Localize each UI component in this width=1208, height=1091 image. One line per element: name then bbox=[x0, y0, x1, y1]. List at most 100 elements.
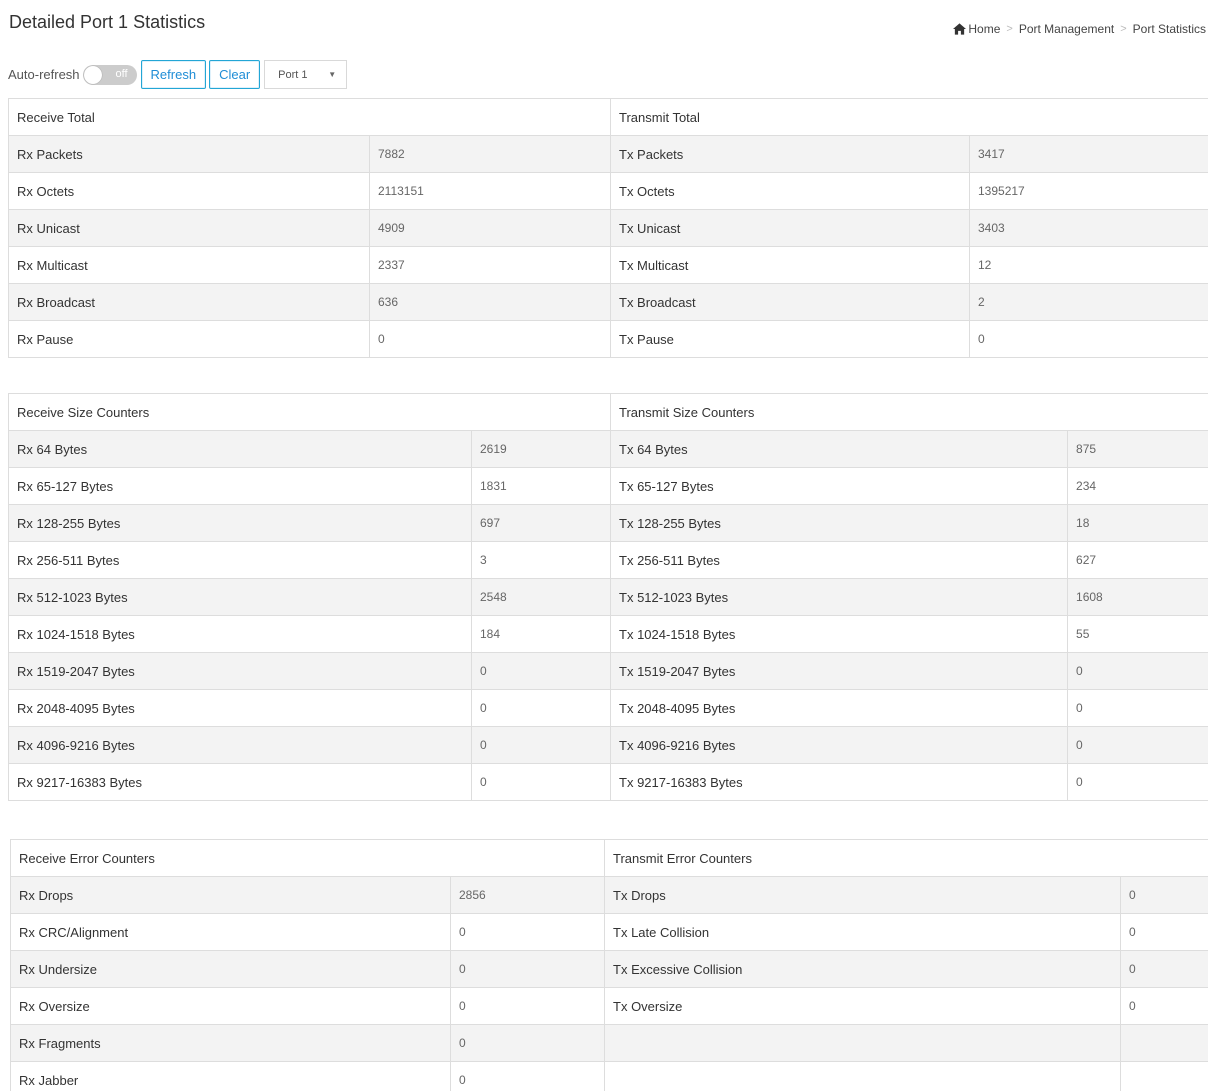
refresh-button[interactable]: Refresh bbox=[140, 60, 207, 89]
error-counters-table: Receive Error Counters Transmit Error Co… bbox=[9, 839, 1208, 1091]
rx-counter-label: Rx Fragments bbox=[10, 1024, 451, 1062]
tx-counter-value: 0 bbox=[1067, 763, 1208, 801]
table-row: Rx 1519-2047 Bytes 0 Tx 1519-2047 Bytes 0 bbox=[8, 652, 1208, 690]
size-counters-table: Receive Size Counters Transmit Size Coun… bbox=[7, 393, 1208, 801]
tx-counter-label: Tx Unicast bbox=[610, 209, 970, 247]
rx-counter-value: 2856 bbox=[449, 876, 606, 914]
rx-counter-value: 1831 bbox=[470, 467, 612, 505]
tx-counter-label bbox=[604, 1024, 1122, 1062]
breadcrumb-port-statistics: Port Statistics bbox=[1132, 22, 1206, 36]
breadcrumb-separator: > bbox=[1006, 23, 1013, 35]
totals-table: Receive Total Transmit Total Rx Packets 7… bbox=[8, 98, 1208, 358]
rx-counter-label: Rx 128-255 Bytes bbox=[8, 504, 472, 542]
tx-counter-value: 0 bbox=[1067, 726, 1208, 764]
tx-counter-label: Tx 4096-9216 Bytes bbox=[610, 726, 1069, 764]
rx-counter-value: 184 bbox=[470, 615, 612, 653]
rx-counter-value: 636 bbox=[369, 283, 611, 321]
page-title: Detailed Port 1 Statistics bbox=[9, 12, 206, 32]
tx-counter-label: Tx 256-511 Bytes bbox=[610, 541, 1069, 579]
rx-counter-value: 0 bbox=[470, 652, 612, 690]
rx-counter-value: 2619 bbox=[470, 430, 612, 468]
home-icon bbox=[953, 23, 967, 35]
rx-counter-value: 2113151 bbox=[369, 172, 611, 210]
tx-counter-value bbox=[1120, 1061, 1208, 1091]
tx-counter-label bbox=[604, 1061, 1122, 1091]
rx-counter-label: Rx Unicast bbox=[8, 209, 370, 247]
rx-counter-label: Rx Pause bbox=[8, 320, 370, 358]
tx-counter-value: 0 bbox=[1067, 652, 1208, 690]
rx-counter-value: 3 bbox=[470, 541, 612, 579]
tx-counter-label: Tx Multicast bbox=[610, 246, 970, 284]
table-row: Rx Unicast 4909 Tx Unicast 3403 bbox=[8, 209, 1208, 247]
rx-counter-value: 0 bbox=[449, 1061, 606, 1091]
rx-counter-label: Rx Jabber bbox=[10, 1061, 451, 1091]
table-header-row: Receive Total Transmit Total bbox=[8, 98, 1208, 136]
table-row: Rx Packets 7882 Tx Packets 3417 bbox=[8, 135, 1208, 173]
rx-counter-value: 0 bbox=[369, 320, 611, 358]
breadcrumb-port-management-link[interactable]: Port Management bbox=[1019, 22, 1114, 36]
tx-counter-value: 12 bbox=[968, 246, 1208, 284]
tx-counter-value: 2 bbox=[968, 283, 1208, 321]
rx-counter-label: Rx 256-511 Bytes bbox=[8, 541, 472, 579]
tx-total-header: Transmit Total bbox=[609, 98, 1208, 136]
breadcrumb-separator: > bbox=[1120, 23, 1127, 35]
tx-counter-value: 18 bbox=[1067, 504, 1208, 542]
rx-counter-value: 0 bbox=[470, 689, 612, 727]
table-header-row: Receive Size Counters Transmit Size Coun… bbox=[7, 393, 1208, 431]
rx-counter-value: 0 bbox=[449, 913, 606, 951]
table-row: Rx 1024-1518 Bytes 184 Tx 1024-1518 Bytes 5… bbox=[8, 615, 1208, 653]
rx-counter-label: Rx 1519-2047 Bytes bbox=[8, 652, 472, 690]
breadcrumb: Home > Port Management > Port Statistics bbox=[953, 22, 1206, 36]
table-row: Rx Drops 2856 Tx Drops 0 bbox=[10, 876, 1208, 914]
port-select[interactable]: Port 1 ▼ bbox=[264, 60, 348, 89]
rx-counter-label: Rx 4096-9216 Bytes bbox=[8, 726, 472, 764]
rx-counter-value: 697 bbox=[470, 504, 612, 542]
rx-counter-value: 2548 bbox=[470, 578, 612, 616]
rx-counter-label: Rx 512-1023 Bytes bbox=[8, 578, 472, 616]
clear-button[interactable]: Clear bbox=[209, 60, 261, 89]
auto-refresh-toggle[interactable]: off bbox=[82, 64, 137, 85]
table-header-row: Receive Error Counters Transmit Error Co… bbox=[9, 839, 1208, 877]
rx-counter-label: Rx Undersize bbox=[10, 950, 451, 988]
rx-counter-label: Rx 9217-16383 Bytes bbox=[8, 763, 472, 801]
tx-counter-value bbox=[1120, 1024, 1208, 1062]
tx-size-header: Transmit Size Counters bbox=[610, 393, 1208, 431]
auto-refresh-label: Auto-refresh bbox=[8, 67, 80, 82]
rx-counter-label: Rx Octets bbox=[8, 172, 370, 210]
table-row: Rx 9217-16383 Bytes 0 Tx 9217-16383 Bytes 0 bbox=[8, 763, 1208, 801]
rx-counter-label: Rx Oversize bbox=[10, 987, 451, 1025]
tx-counter-label: Tx 64 Bytes bbox=[610, 430, 1069, 468]
rx-counter-value: 2337 bbox=[369, 246, 611, 284]
tx-counter-label: Tx 65-127 Bytes bbox=[610, 467, 1069, 505]
tx-counter-value: 1395217 bbox=[968, 172, 1208, 210]
tx-counter-label: Tx 9217-16383 Bytes bbox=[610, 763, 1069, 801]
rx-counter-value: 4909 bbox=[369, 209, 611, 247]
tx-counter-label: Tx Broadcast bbox=[610, 283, 970, 321]
table-row: Rx Multicast 2337 Tx Multicast 12 bbox=[8, 246, 1208, 284]
table-row: Rx 64 Bytes 2619 Tx 64 Bytes 875 bbox=[8, 430, 1208, 468]
table-row: Rx 128-255 Bytes 697 Tx 128-255 Bytes 18 bbox=[8, 504, 1208, 542]
rx-counter-label: Rx Broadcast bbox=[8, 283, 370, 321]
tx-counter-label: Tx Drops bbox=[604, 876, 1122, 914]
tx-counter-value: 0 bbox=[1120, 913, 1208, 951]
breadcrumb-home-link[interactable]: Home bbox=[968, 22, 1000, 36]
tx-counter-label: Tx Late Collision bbox=[604, 913, 1122, 951]
tx-counter-label: Tx Oversize bbox=[604, 987, 1122, 1025]
tx-counter-value: 0 bbox=[968, 320, 1208, 358]
table-row: Rx Oversize 0 Tx Oversize 0 bbox=[10, 987, 1208, 1025]
table-row: Rx 2048-4095 Bytes 0 Tx 2048-4095 Bytes 0 bbox=[8, 689, 1208, 727]
rx-counter-value: 7882 bbox=[369, 135, 611, 173]
rx-counter-value: 0 bbox=[449, 987, 606, 1025]
table-row: Rx 4096-9216 Bytes 0 Tx 4096-9216 Bytes 0 bbox=[8, 726, 1208, 764]
tx-counter-value: 0 bbox=[1120, 950, 1208, 988]
rx-counter-label: Rx 64 Bytes bbox=[8, 430, 472, 468]
tx-counter-value: 55 bbox=[1067, 615, 1208, 653]
tx-counter-value: 0 bbox=[1120, 987, 1208, 1025]
rx-counter-label: Rx Packets bbox=[8, 135, 370, 173]
tx-counter-value: 875 bbox=[1067, 430, 1208, 468]
rx-counter-label: Rx 65-127 Bytes bbox=[8, 467, 472, 505]
rx-counter-label: Rx Drops bbox=[10, 876, 451, 914]
rx-counter-value: 0 bbox=[470, 763, 612, 801]
table-row: Rx Jabber 0 bbox=[10, 1061, 1208, 1091]
tx-counter-label: Tx 512-1023 Bytes bbox=[610, 578, 1069, 616]
